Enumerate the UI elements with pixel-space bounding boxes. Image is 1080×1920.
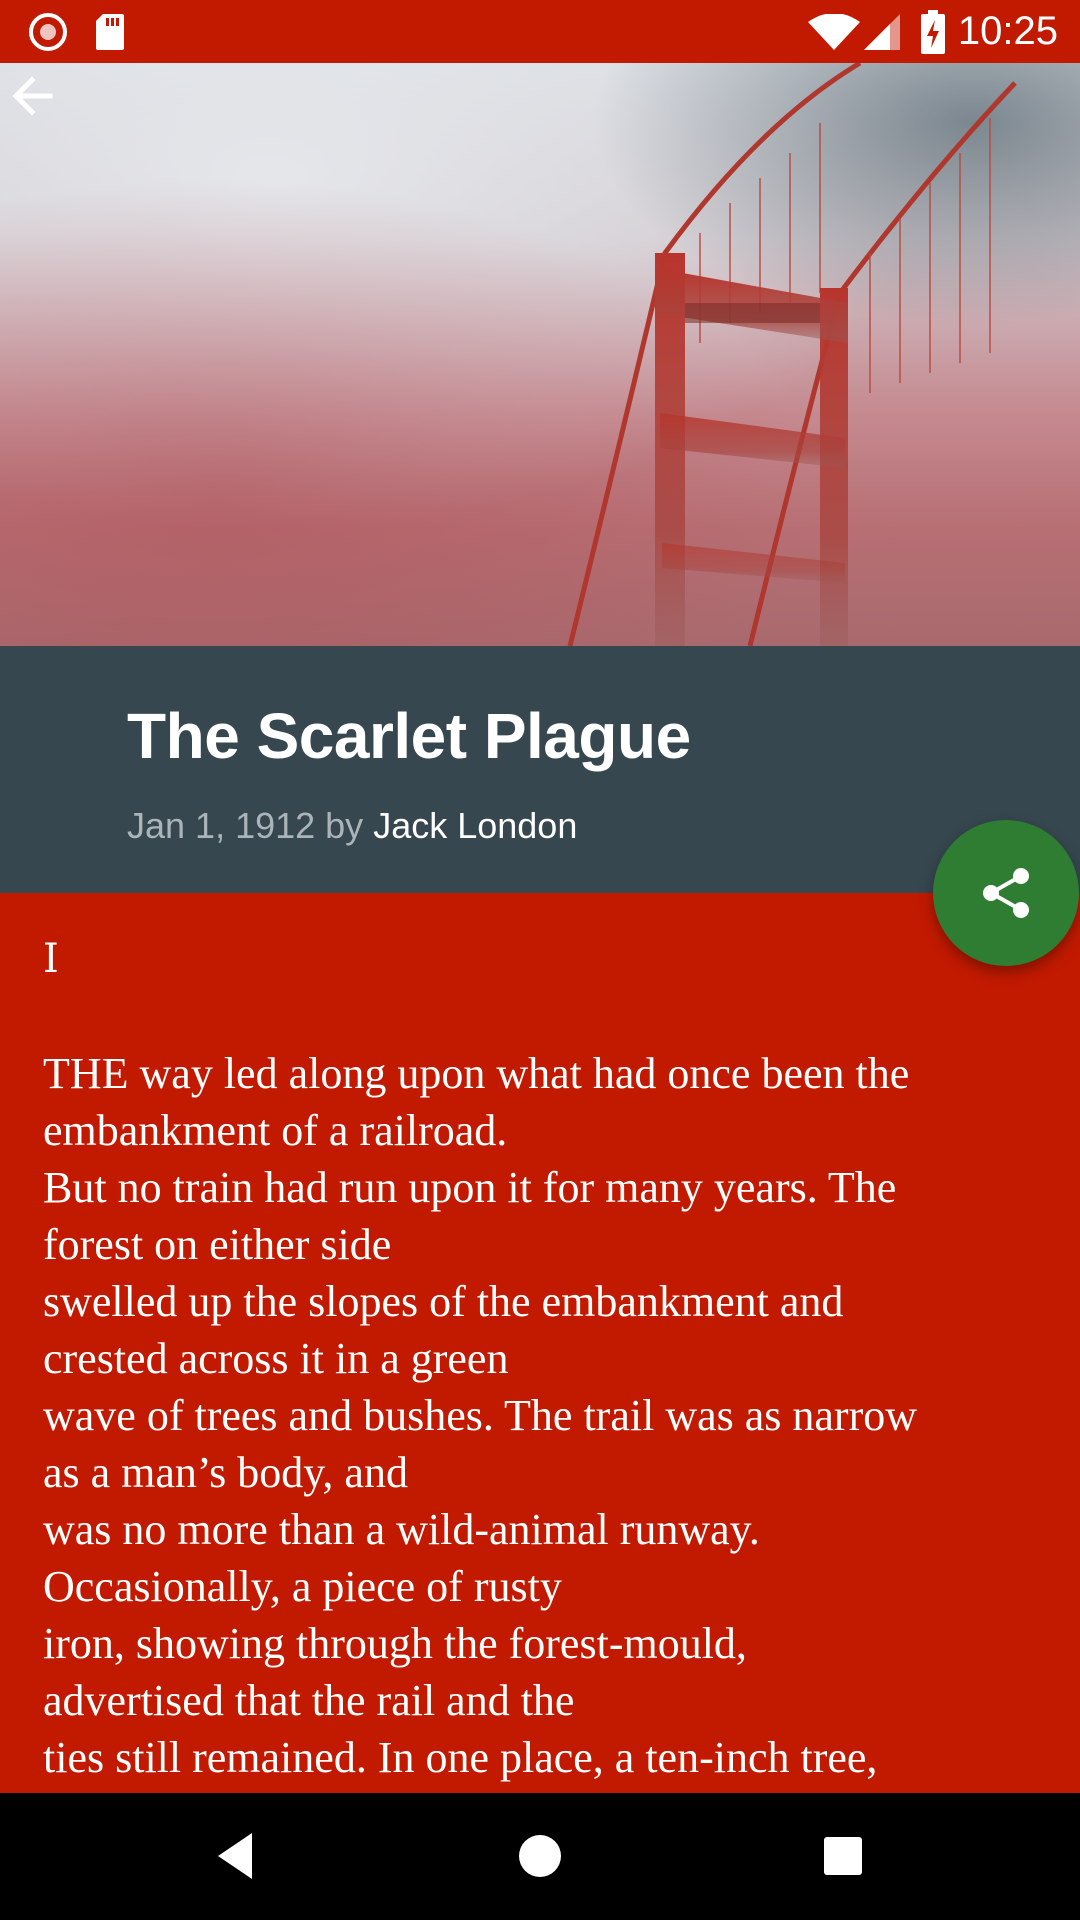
text-line: But no train had run upon it for many ye…: [43, 1163, 897, 1212]
text-line: was no more than a wild-animal runway.: [43, 1505, 760, 1554]
navigation-bar: [0, 1793, 1080, 1920]
hero-image: [0, 63, 1080, 646]
article-meta: Jan 1, 1912 by Jack London: [127, 804, 577, 848]
status-clock: 10:25: [957, 9, 1058, 53]
chapter-number: I: [43, 936, 59, 982]
text-line: wave of trees and bushes. The trail was …: [43, 1391, 918, 1440]
article-text: THE way led along upon what had once bee…: [43, 1045, 1053, 1786]
article-body: I THE way led along upon what had once b…: [0, 893, 1080, 1793]
nav-back-icon[interactable]: [204, 1823, 270, 1889]
bridge-photo: [0, 63, 1080, 646]
nav-recents-icon[interactable]: [810, 1823, 876, 1889]
text-line: iron, showing through the forest-mould,: [43, 1619, 747, 1668]
share-button[interactable]: [933, 820, 1079, 966]
text-line: THE way led along upon what had once bee…: [43, 1049, 910, 1098]
status-bar: 10:25: [0, 0, 1080, 63]
text-line: crested across it in a green: [43, 1334, 509, 1383]
battery-charging-icon: [921, 10, 945, 54]
back-button[interactable]: [0, 63, 66, 129]
text-line: advertised that the rail and the: [43, 1676, 575, 1725]
screen: 10:25 The Scarlet Plague Jan 1, 1912 by …: [0, 0, 1080, 1920]
article-title: The Scarlet Plague: [127, 700, 691, 772]
text-line: forest on either side: [43, 1220, 392, 1269]
signal-icon: [864, 14, 900, 50]
article-header: The Scarlet Plague Jan 1, 1912 by Jack L…: [0, 646, 1080, 893]
text-line: swelled up the slopes of the embankment …: [43, 1277, 844, 1326]
article-date: Jan 1, 1912 by: [127, 805, 374, 846]
wifi-icon: [808, 14, 860, 50]
text-line: ties still remained. In one place, a ten…: [43, 1733, 878, 1782]
record-icon: [29, 13, 67, 51]
text-line: as a man’s body, and: [43, 1448, 408, 1497]
text-line: embankment of a railroad.: [43, 1106, 508, 1155]
nav-home-icon[interactable]: [507, 1823, 573, 1889]
article-author[interactable]: Jack London: [373, 805, 577, 846]
text-line: Occasionally, a piece of rusty: [43, 1562, 562, 1611]
sdcard-icon: [96, 14, 124, 50]
share-icon: [983, 868, 1029, 918]
